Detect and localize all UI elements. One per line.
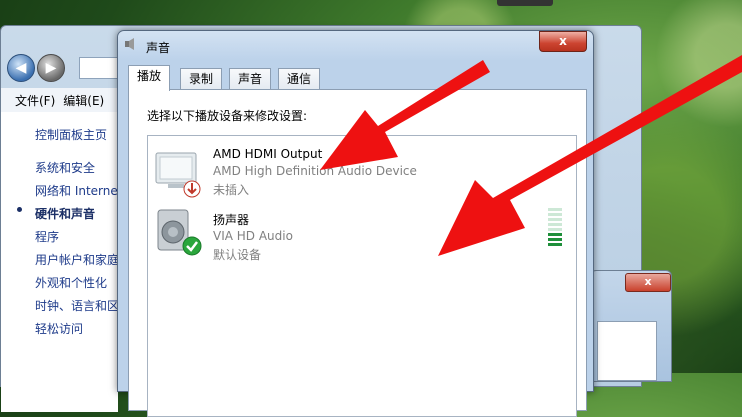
dialog-title: 声音: [146, 41, 171, 55]
address-bar[interactable]: [79, 57, 121, 79]
device-list[interactable]: AMD HDMI Output AMD High Definition Audi…: [147, 135, 577, 417]
sidebar: 控制面板主页 系统和安全 网络和 Internet 硬件和声音 程序 用户帐户和…: [1, 112, 118, 412]
sound-dialog: 声音 x 播放 录制 声音 通信 选择以下播放设备来修改设置: AMD HDMI…: [117, 30, 594, 417]
sidebar-item-programs[interactable]: 程序: [35, 228, 118, 245]
meter-segment: [548, 228, 562, 231]
device-description: AMD High Definition Audio Device: [213, 164, 417, 178]
menu-file[interactable]: 文件(F): [1, 88, 63, 109]
device-name: 扬声器: [213, 213, 250, 227]
navigation-bar: ◀ ▶: [7, 54, 127, 86]
forward-button[interactable]: ▶: [37, 54, 65, 82]
tab-panel: 选择以下播放设备来修改设置: AMD HDMI Output AMD High …: [128, 89, 587, 417]
sidebar-item-network[interactable]: 网络和 Internet: [35, 182, 118, 199]
device-description: VIA HD Audio: [213, 229, 293, 243]
meter-segment: [548, 238, 562, 241]
background-dialog: x: [590, 270, 672, 382]
sidebar-item-clock-language[interactable]: 时钟、语言和区域: [35, 297, 118, 314]
tab-communications[interactable]: 通信: [278, 68, 321, 90]
meter-segment: [548, 208, 562, 211]
sidebar-item-appearance[interactable]: 外观和个性化: [35, 274, 118, 291]
back-arrow-icon: ◀: [15, 60, 27, 76]
meter-segment: [548, 243, 562, 246]
menu-bar: 文件(F) 编辑(E): [1, 88, 131, 113]
speaker-default-icon: [157, 209, 202, 256]
tab-recording[interactable]: 录制: [180, 68, 223, 90]
meter-segment: [548, 218, 562, 221]
tab-sounds[interactable]: 声音: [229, 68, 272, 90]
volume-level-meter: [548, 208, 562, 248]
monitor-unplugged-icon: [155, 152, 201, 198]
sidebar-item-home[interactable]: 控制面板主页: [35, 126, 118, 143]
sidebar-item-user-accounts[interactable]: 用户帐户和家庭安全: [35, 251, 118, 268]
tab-playback[interactable]: 播放: [128, 65, 171, 91]
instruction-text: 选择以下播放设备来修改设置:: [147, 109, 308, 123]
taskbar-edge: [497, 0, 553, 6]
meter-segment: [548, 213, 562, 216]
close-button[interactable]: x: [539, 31, 587, 52]
background-dialog-close-button[interactable]: x: [625, 273, 671, 292]
background-dialog-content: [597, 321, 657, 381]
forward-arrow-icon: ▶: [45, 60, 57, 76]
sidebar-item-ease-of-access[interactable]: 轻松访问: [35, 320, 118, 337]
menu-edit[interactable]: 编辑(E): [63, 88, 112, 109]
back-button[interactable]: ◀: [7, 54, 35, 82]
device-status: 默认设备: [213, 248, 262, 262]
meter-segment: [548, 233, 562, 236]
sidebar-item-system-security[interactable]: 系统和安全: [35, 159, 118, 176]
device-name: AMD HDMI Output: [213, 147, 323, 161]
current-section-bullet: [17, 207, 22, 212]
meter-segment: [548, 223, 562, 226]
speaker-title-icon: [125, 38, 134, 50]
sidebar-item-hardware-sound[interactable]: 硬件和声音: [35, 205, 118, 222]
device-status: 未插入: [213, 183, 250, 197]
